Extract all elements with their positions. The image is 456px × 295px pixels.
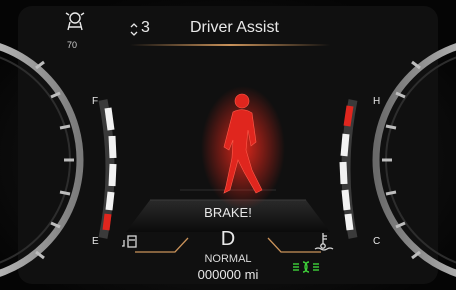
- instrument-cluster: 3 Driver Assist 70 BRAKE! D NORMAL 00000…: [0, 0, 456, 290]
- page-index: 3: [141, 19, 150, 36]
- fuel-gauge-segment: [108, 135, 117, 159]
- temp-gauge-segment: [340, 133, 350, 157]
- pedestrian-warning-icon: [201, 86, 285, 210]
- fuel-gauge-segment: [108, 163, 117, 187]
- odometer-readout: 000000 mi: [197, 267, 259, 282]
- fuel-gauge-segment: [104, 107, 115, 131]
- fuel-empty-label: E: [92, 236, 99, 247]
- temp-high-segment: [343, 105, 354, 127]
- temp-cold-label: C: [373, 236, 381, 247]
- drive-mode-label: NORMAL: [204, 253, 252, 265]
- temp-gauge-segment: [339, 161, 348, 185]
- gear-indicator: D: [220, 228, 236, 250]
- speed-limit-value: 70: [67, 40, 78, 50]
- page-title: Driver Assist: [190, 19, 279, 36]
- brake-alert-text: BRAKE!: [204, 205, 252, 220]
- header-divider: [130, 44, 330, 46]
- temp-hot-label: H: [373, 96, 381, 107]
- fuel-full-label: F: [92, 96, 99, 107]
